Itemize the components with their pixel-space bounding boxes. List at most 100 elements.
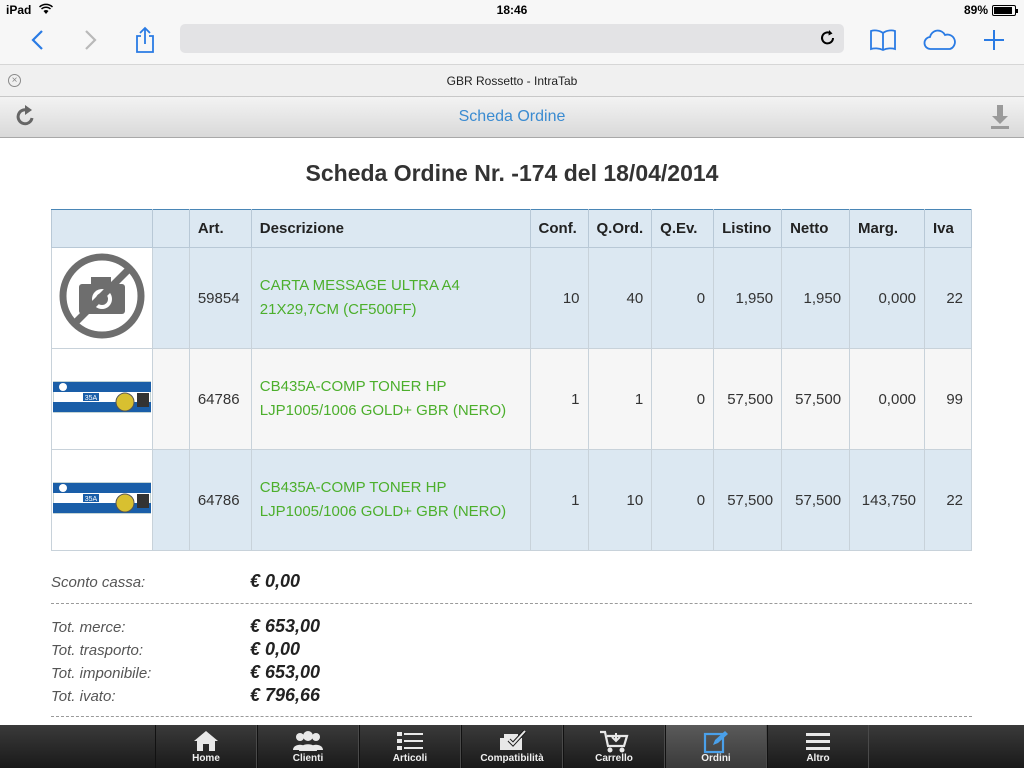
- qev-cell: 0: [651, 348, 715, 450]
- share-icon[interactable]: [130, 24, 160, 56]
- description-line-2: 21X29,7CM (CF500FF): [259, 301, 417, 318]
- listino-cell: 1,950: [713, 247, 783, 349]
- column-header-marg: Marg.: [849, 209, 926, 248]
- sconto-row: Sconto cassa: € 0,00: [51, 571, 972, 595]
- bookmarks-icon[interactable]: [868, 24, 898, 56]
- description-cell[interactable]: CB435A-COMP TONER HP LJP1005/1006 GOLD+ …: [250, 348, 531, 450]
- column-header-image: [51, 209, 153, 248]
- cart-icon: [564, 725, 664, 753]
- column-header-descrizione: Descrizione: [250, 209, 531, 248]
- marg-cell: 0,000: [849, 348, 926, 450]
- tot-trasporto-label: Tot. trasporto:: [51, 642, 143, 659]
- description-line-1: CB435A-COMP TONER HP: [259, 479, 447, 496]
- tab-carrello[interactable]: Carrello: [563, 725, 665, 768]
- art-cell: 59854: [188, 247, 252, 349]
- clients-icon: [258, 725, 358, 753]
- compatibility-icon: [462, 725, 562, 753]
- column-header-iva: Iva: [924, 209, 972, 248]
- tab-compatibilita[interactable]: Compatibilità: [461, 725, 563, 768]
- battery-icon: [992, 5, 1018, 16]
- tot-ivato-row: Tot. ivato: € 796,66: [51, 685, 972, 709]
- address-bar[interactable]: [180, 24, 844, 53]
- qev-cell: 0: [651, 247, 715, 349]
- order-lines-table: Art. Descrizione Conf. Q.Ord. Q.Ev. List…: [51, 209, 972, 551]
- tab-home[interactable]: Home: [155, 725, 257, 768]
- netto-cell: 57,500: [781, 348, 851, 450]
- qord-cell: 10: [587, 449, 653, 551]
- product-image-cell[interactable]: [51, 247, 153, 349]
- column-header-listino: Listino: [713, 209, 783, 248]
- tab-ordini[interactable]: Ordini: [665, 725, 767, 768]
- conf-cell: 1: [529, 449, 589, 551]
- description-line-2: LJP1005/1006 GOLD+ GBR (NERO): [259, 402, 507, 419]
- order-heading: Scheda Ordine Nr. -174 del 18/04/2014: [305, 160, 719, 186]
- icloud-tabs-icon[interactable]: [920, 24, 960, 56]
- tab-label: Carrello: [595, 753, 633, 764]
- iva-cell: 22: [924, 449, 972, 551]
- orders-icon: [666, 725, 766, 754]
- reload-icon[interactable]: [820, 29, 836, 52]
- toner-box-label: 35A: [85, 496, 98, 503]
- tab-label: Articoli: [392, 753, 428, 764]
- sconto-value: € 0,00: [250, 571, 301, 591]
- tab-title: GBR Rossetto - IntraTab: [446, 74, 578, 88]
- ipad-screen: { "status": { "device": "iPad", "time": …: [0, 0, 1024, 768]
- tot-merce-label: Tot. merce:: [51, 619, 126, 636]
- marg-cell: 0,000: [849, 247, 926, 349]
- app-header: Scheda Ordine: [0, 97, 1024, 138]
- battery-percent: 89%: [963, 3, 988, 17]
- tab-altro[interactable]: Altro: [767, 725, 869, 768]
- blank-cell: [151, 247, 190, 349]
- description-cell[interactable]: CB435A-COMP TONER HP LJP1005/1006 GOLD+ …: [250, 449, 531, 551]
- download-icon[interactable]: [990, 104, 1010, 135]
- table-row[interactable]: 35A 64786 CB435A-COMP TONER HP LJP1005/1…: [51, 348, 972, 450]
- description-line-2: LJP1005/1006 GOLD+ GBR (NERO): [259, 503, 507, 520]
- qord-cell: 40: [587, 247, 653, 349]
- qord-cell: 1: [587, 348, 653, 450]
- tot-ivato-value: € 796,66: [250, 685, 321, 705]
- tot-trasporto-value: € 0,00: [250, 639, 301, 659]
- blank-cell: [151, 348, 190, 450]
- listino-cell: 57,500: [713, 348, 783, 450]
- tab-clienti[interactable]: Clienti: [257, 725, 359, 768]
- table-row[interactable]: 59854 CARTA MESSAGE ULTRA A4 21X29,7CM (…: [51, 247, 972, 349]
- status-bar: iPad 18:46 89%: [0, 0, 1024, 20]
- toner-box-image: 35A: [52, 376, 152, 418]
- product-image-cell[interactable]: 35A: [51, 449, 153, 551]
- tot-merce-row: Tot. merce: € 653,00: [51, 616, 972, 640]
- tot-imponibile-label: Tot. imponibile:: [51, 665, 152, 682]
- more-icon: [768, 725, 868, 753]
- toner-box-image: 35A: [52, 477, 152, 519]
- clock: 18:46: [496, 3, 528, 17]
- marg-cell: 143,750: [849, 449, 926, 551]
- conf-cell: 10: [529, 247, 589, 349]
- art-cell: 64786: [188, 449, 252, 551]
- table-row[interactable]: 35A 64786 CB435A-COMP TONER HP LJP1005/1…: [51, 449, 972, 551]
- table-header-row: Art. Descrizione Conf. Q.Ord. Q.Ev. List…: [51, 209, 972, 248]
- articles-icon: [360, 725, 460, 753]
- column-header-netto: Netto: [781, 209, 851, 248]
- column-header-qev: Q.Ev.: [651, 209, 715, 248]
- netto-cell: 57,500: [781, 449, 851, 551]
- forward-icon[interactable]: [76, 24, 106, 56]
- tab-articoli[interactable]: Articoli: [359, 725, 461, 768]
- tot-trasporto-row: Tot. trasporto: € 0,00: [51, 639, 972, 663]
- product-image-cell[interactable]: 35A: [51, 348, 153, 450]
- iva-cell: 99: [924, 348, 972, 450]
- new-tab-icon[interactable]: [980, 24, 1008, 56]
- qev-cell: 0: [651, 449, 715, 551]
- tot-merce-value: € 653,00: [250, 616, 321, 636]
- column-header-qord: Q.Ord.: [587, 209, 653, 248]
- divider: [51, 716, 972, 717]
- netto-cell: 1,950: [781, 247, 851, 349]
- back-icon[interactable]: [22, 24, 52, 56]
- tab-label: Ordini: [701, 753, 731, 764]
- bottom-tab-bar: Home Clienti Articoli Compatibilità Carr…: [0, 725, 1024, 768]
- divider: [51, 603, 972, 604]
- description-cell[interactable]: CARTA MESSAGE ULTRA A4 21X29,7CM (CF500F…: [250, 247, 531, 349]
- browser-tab[interactable]: × GBR Rossetto - IntraTab: [0, 64, 1024, 97]
- browser-toolbar: [0, 20, 1024, 64]
- iva-cell: 22: [924, 247, 972, 349]
- art-cell: 64786: [188, 348, 252, 450]
- tab-label: Home: [192, 753, 220, 764]
